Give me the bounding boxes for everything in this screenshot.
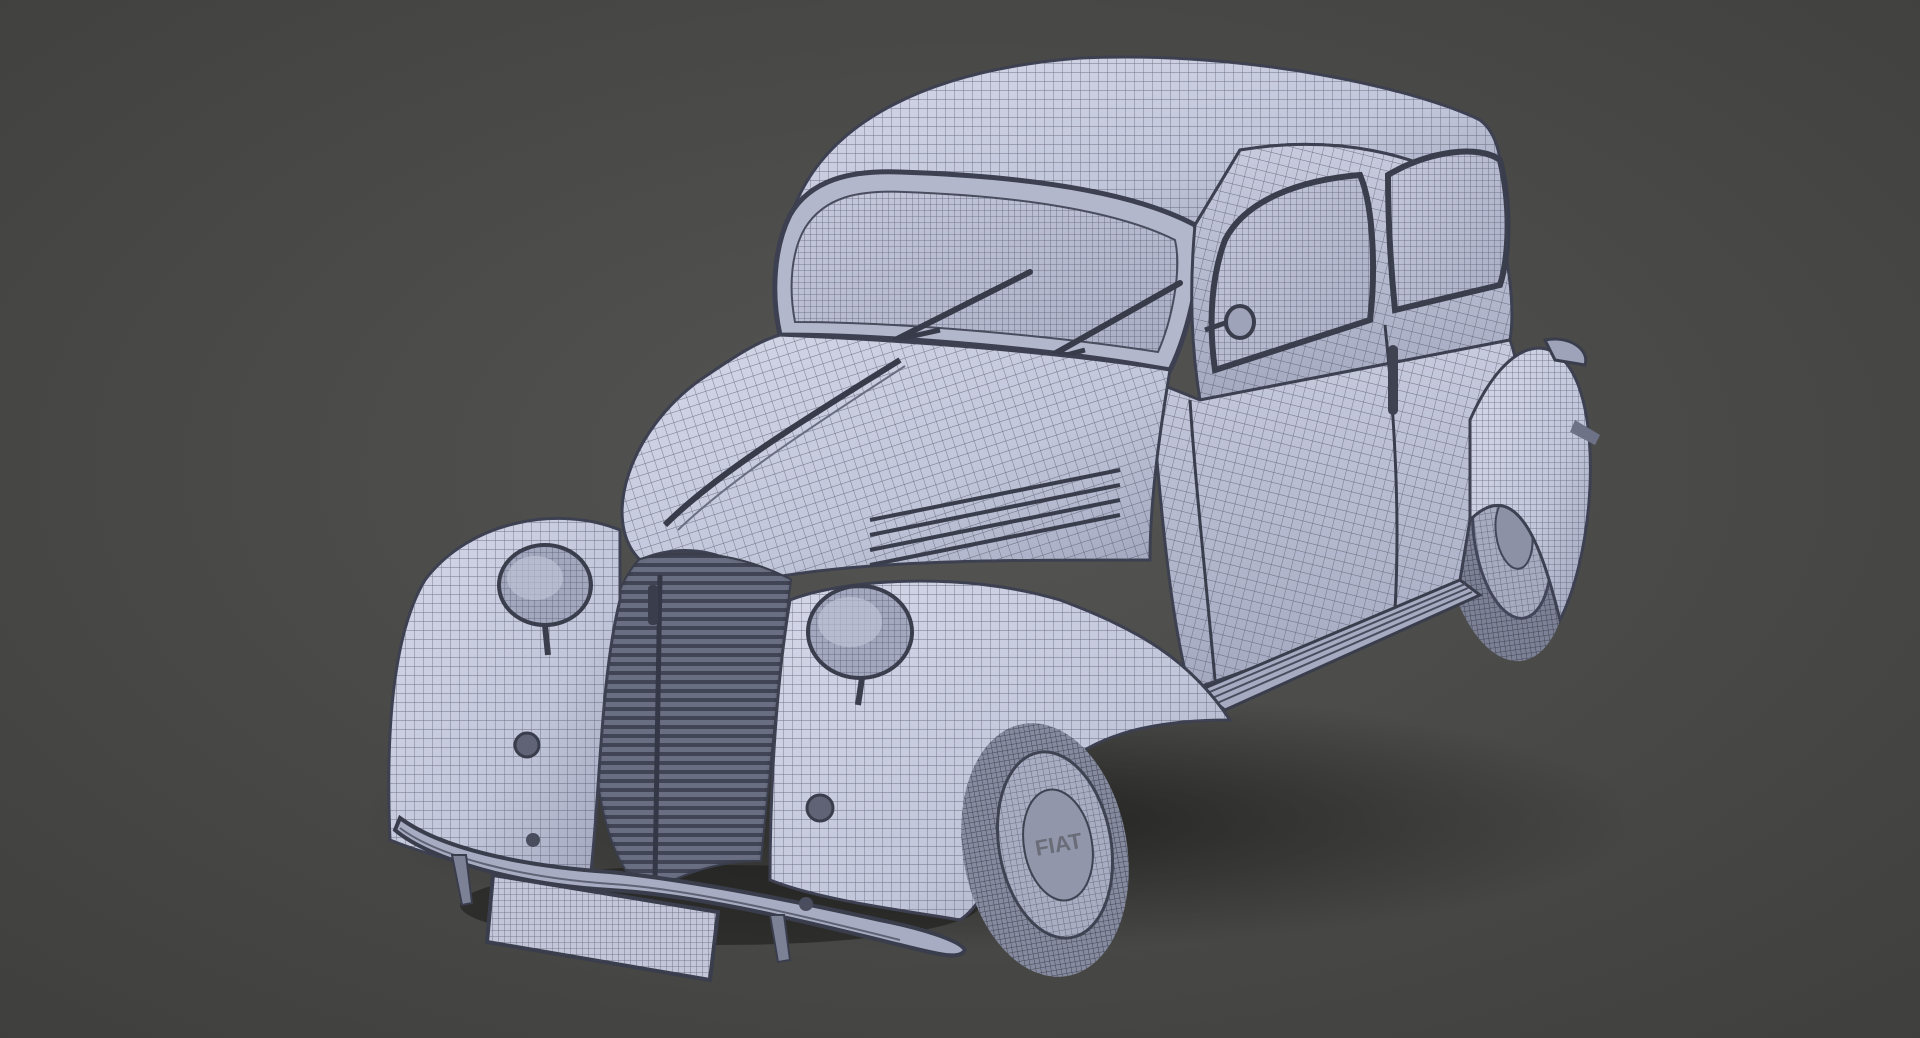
car-render-scene: FIAT	[0, 0, 1920, 1038]
grille-emblem	[648, 585, 658, 625]
door-handle	[1388, 345, 1398, 415]
grille	[595, 552, 793, 893]
sidelight-right	[805, 793, 835, 823]
sidelight-left	[513, 731, 541, 759]
